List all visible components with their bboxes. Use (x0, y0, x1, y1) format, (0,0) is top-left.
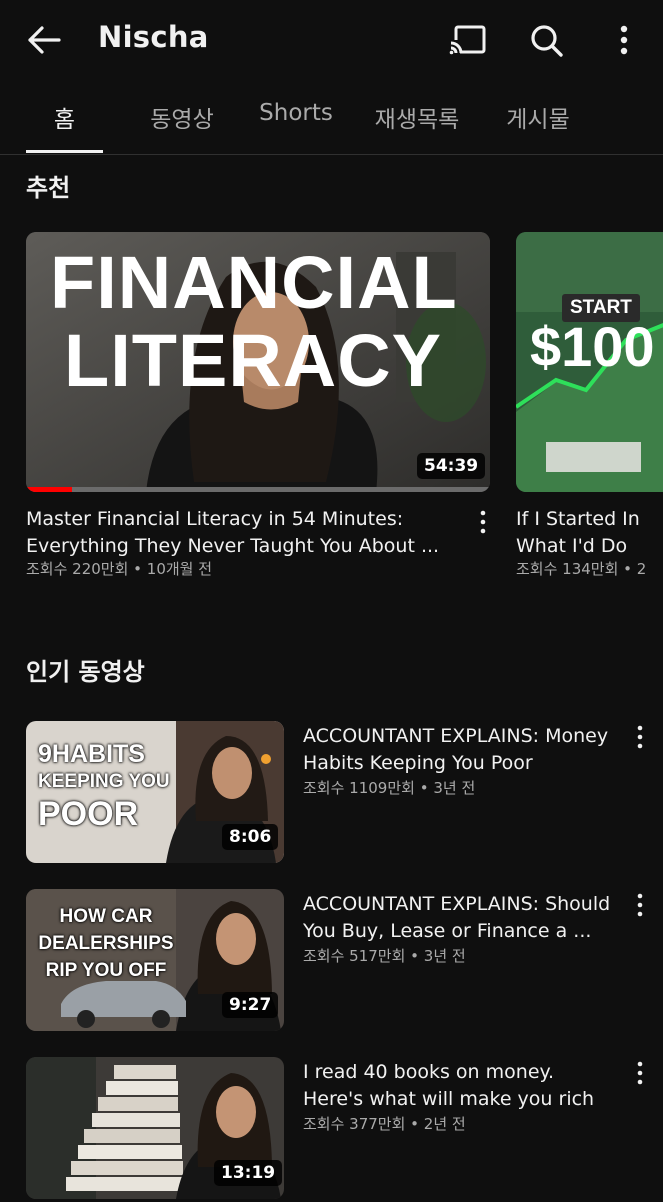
watch-progress-fill (26, 487, 73, 492)
channel-tabs: 홈 동영상 Shorts 재생목록 게시물 (0, 88, 663, 155)
search-icon[interactable] (527, 22, 567, 58)
channel-title: Nischa (98, 20, 209, 54)
popular-video-item[interactable]: HOW CAR DEALERSHIPS RIP YOU OFF 9:27 ACC… (0, 889, 663, 1034)
duration-badge: 13:19 (214, 1160, 283, 1186)
section-heading-recommended: 추천 (26, 174, 71, 202)
video-thumbnail[interactable]: START $100 (516, 232, 663, 492)
video-meta: 조회수 1109만회 • 3년 전 (303, 779, 476, 797)
recommended-video-card[interactable]: START $100 If I Started In What I'd Do 조… (516, 232, 663, 582)
thumbnail-text: 9HABITS KEEPING YOU POOR (38, 740, 170, 834)
tab-playlists[interactable]: 재생목록 (368, 100, 466, 134)
section-heading-popular: 인기 동영상 (26, 658, 145, 686)
cast-icon[interactable] (448, 22, 488, 58)
more-options-icon[interactable] (477, 509, 489, 535)
video-thumbnail[interactable]: FINANCIAL LITERACY 54:39 (26, 232, 490, 492)
thumbnail-text-line-2: LITERACY (64, 319, 442, 402)
more-options-icon[interactable] (604, 22, 644, 58)
video-title[interactable]: ACCOUNTANT EXPLAINS: Should You Buy, Lea… (303, 891, 619, 945)
thumbnail-text-line-1: 9HABITS (38, 740, 145, 768)
video-title[interactable]: If I Started In What I'd Do (516, 506, 656, 560)
back-arrow-icon[interactable] (26, 24, 62, 56)
thumbnail-text-line-1: FINANCIAL (50, 241, 458, 324)
video-meta: 조회수 134만회 • 2 (516, 560, 647, 578)
thumbnail-text-line-3: RIP YOU OFF (45, 960, 167, 981)
thumbnail-text: HOW CAR DEALERSHIPS RIP YOU OFF (26, 903, 186, 984)
more-options-icon[interactable] (634, 1060, 646, 1086)
duration-badge: 9:27 (222, 992, 279, 1018)
video-meta: 조회수 377만회 • 2년 전 (303, 1115, 466, 1133)
tab-videos[interactable]: 동영상 (140, 100, 224, 134)
recommended-video-card[interactable]: FINANCIAL LITERACY 54:39 Master Financia… (26, 232, 490, 582)
thumbnail-text-line-3: POOR (38, 795, 139, 833)
more-options-icon[interactable] (634, 892, 646, 918)
video-thumbnail[interactable]: HOW CAR DEALERSHIPS RIP YOU OFF 9:27 (26, 889, 284, 1031)
thumbnail-text-line-2: KEEPING YOU (38, 771, 170, 792)
top-app-bar: Nischa (0, 0, 663, 80)
tab-home[interactable]: 홈 (26, 100, 103, 134)
video-meta: 조회수 220만회 • 10개월 전 (26, 560, 213, 578)
thumbnail-text-line-2: DEALERSHIPS (38, 933, 174, 954)
thumbnail-text-line-1: HOW CAR (59, 906, 153, 927)
popular-video-item[interactable]: 13:19 I read 40 books on money. Here's w… (0, 1057, 663, 1202)
video-thumbnail[interactable]: 13:19 (26, 1057, 284, 1199)
popular-video-item[interactable]: 9HABITS KEEPING YOU POOR 8:06 ACCOUNTANT… (0, 721, 663, 866)
tab-shorts[interactable]: Shorts (250, 100, 342, 126)
video-title[interactable]: Master Financial Literacy in 54 Minutes:… (26, 506, 446, 560)
video-thumbnail[interactable]: 9HABITS KEEPING YOU POOR 8:06 (26, 721, 284, 863)
more-options-icon[interactable] (634, 724, 646, 750)
active-tab-indicator (26, 150, 103, 153)
video-title[interactable]: I read 40 books on money. Here's what wi… (303, 1059, 619, 1113)
tab-posts[interactable]: 게시물 (495, 100, 581, 134)
video-title[interactable]: ACCOUNTANT EXPLAINS: Money Habits Keepin… (303, 723, 619, 777)
duration-badge: 8:06 (222, 824, 279, 850)
duration-badge: 54:39 (417, 453, 486, 479)
video-meta: 조회수 517만회 • 3년 전 (303, 947, 466, 965)
thumbnail-text-line-2: $100 (530, 315, 655, 378)
watch-progress-track (26, 487, 490, 492)
